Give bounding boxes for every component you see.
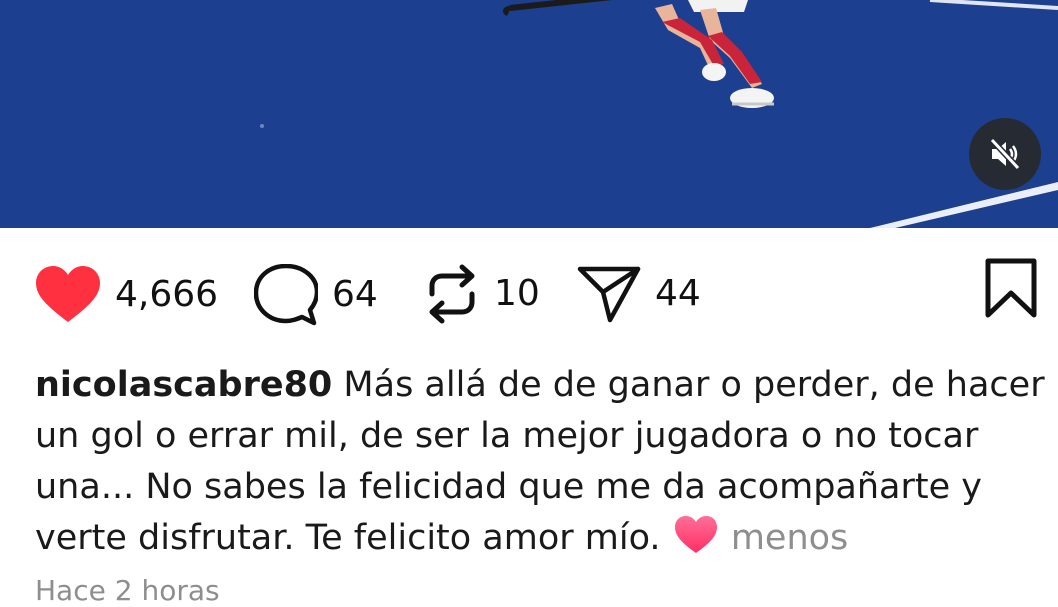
pink-heart-icon: [674, 515, 718, 570]
post-timestamp: Hace 2 horas: [35, 574, 220, 607]
muted-speaker-icon: [989, 137, 1021, 171]
bookmark-icon: [985, 258, 1037, 318]
like-action: 4,666: [35, 266, 218, 324]
like-count[interactable]: 4,666: [115, 277, 218, 313]
repost-icon[interactable]: [424, 262, 480, 326]
post-video[interactable]: [0, 0, 1058, 228]
share-action: 44: [577, 264, 701, 324]
share-count[interactable]: 44: [655, 276, 701, 312]
action-bar: 4,666 64 10 44: [0, 228, 1058, 358]
video-frame: [0, 0, 1058, 228]
mute-button[interactable]: [969, 118, 1041, 190]
comment-count[interactable]: 64: [332, 277, 378, 313]
save-button[interactable]: [984, 258, 1038, 322]
username-link[interactable]: nicolascabre80: [35, 365, 332, 405]
repost-count[interactable]: 10: [494, 276, 540, 312]
less-link[interactable]: menos: [731, 518, 848, 558]
comment-action: 64: [254, 264, 378, 326]
post-caption: nicolascabre80 Más allá de de ganar o pe…: [35, 360, 1045, 570]
repost-action: 10: [424, 262, 540, 326]
send-icon[interactable]: [577, 264, 641, 324]
comment-icon[interactable]: [254, 264, 318, 326]
heart-icon[interactable]: [35, 266, 101, 324]
